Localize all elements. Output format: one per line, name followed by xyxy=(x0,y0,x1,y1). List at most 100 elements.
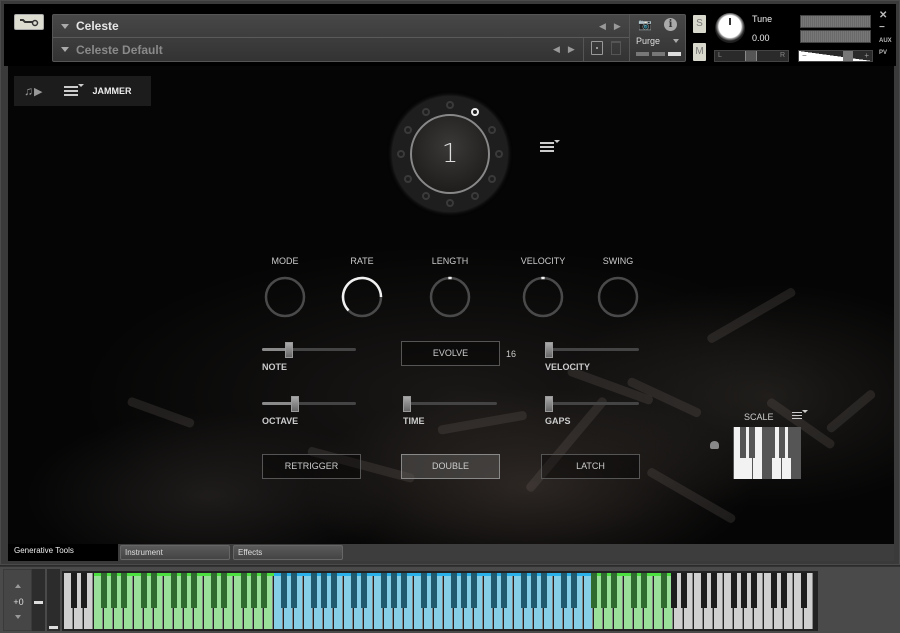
piano-key-black[interactable] xyxy=(401,573,407,608)
piano-key-black[interactable] xyxy=(751,573,757,608)
piano-key-black[interactable] xyxy=(221,573,227,608)
piano-key-black[interactable] xyxy=(421,573,427,608)
piano-key-black[interactable] xyxy=(501,573,507,608)
step-dot[interactable] xyxy=(421,107,430,116)
instrument-options-button[interactable] xyxy=(14,14,44,30)
preset-menu-arrow-icon[interactable] xyxy=(61,47,69,52)
step-dot[interactable] xyxy=(488,174,497,183)
piano-key-black[interactable] xyxy=(111,573,117,608)
piano-key-black[interactable] xyxy=(521,573,527,608)
octave-up-icon[interactable] xyxy=(15,584,21,588)
time-slider[interactable] xyxy=(403,396,497,412)
step-dot[interactable] xyxy=(446,199,454,207)
piano-key-black[interactable] xyxy=(641,573,647,608)
piano-key-black[interactable] xyxy=(281,573,287,608)
piano-key-black[interactable] xyxy=(471,573,477,608)
pitch-wheel-handle[interactable] xyxy=(34,601,43,604)
step-dot[interactable] xyxy=(421,192,430,201)
close-icon[interactable]: ✕ xyxy=(879,10,887,21)
piano-key-black[interactable] xyxy=(81,573,87,608)
piano-key-black[interactable] xyxy=(241,573,247,608)
piano-key-black[interactable] xyxy=(391,573,397,608)
scale-black-key[interactable] xyxy=(739,427,746,458)
knob-mode[interactable] xyxy=(264,276,306,318)
piano-key-black[interactable] xyxy=(741,573,747,608)
delete-preset-icon[interactable] xyxy=(611,41,621,55)
piano-key-black[interactable] xyxy=(361,573,367,608)
piano-key-black[interactable] xyxy=(771,573,777,608)
piano-key-black[interactable] xyxy=(601,573,607,608)
piano-key-black[interactable] xyxy=(181,573,187,608)
music-note-icon[interactable]: ♫ xyxy=(24,84,33,98)
octave-down-icon[interactable] xyxy=(15,615,21,619)
piano-key-black[interactable] xyxy=(781,573,787,608)
step-dot[interactable] xyxy=(488,125,497,134)
piano-key-black[interactable] xyxy=(261,573,267,608)
prev-preset-icon[interactable]: ◀ xyxy=(553,44,560,55)
piano-key-black[interactable] xyxy=(381,573,387,608)
octave-slider[interactable] xyxy=(262,396,356,412)
piano-key-black[interactable] xyxy=(331,573,337,608)
pan-slider[interactable]: L R xyxy=(714,50,789,62)
minimize-icon[interactable]: − xyxy=(879,22,885,33)
piano-key-black[interactable] xyxy=(561,573,567,608)
piano-key-black[interactable] xyxy=(701,573,707,608)
save-preset-icon[interactable] xyxy=(591,41,603,55)
piano-key-black[interactable] xyxy=(591,573,597,608)
scale-black-key[interactable] xyxy=(788,427,795,458)
knob-velocity[interactable] xyxy=(522,276,564,318)
piano-key-black[interactable] xyxy=(141,573,147,608)
tab-instrument[interactable]: Instrument xyxy=(120,545,230,560)
jammer-tab-label[interactable]: JAMMER xyxy=(92,86,131,96)
tune-knob[interactable] xyxy=(715,13,745,43)
next-instrument-icon[interactable]: ▶ xyxy=(614,21,621,32)
piano-key-black[interactable] xyxy=(431,573,437,608)
double-button[interactable]: DOUBLE xyxy=(401,454,500,479)
prev-instrument-icon[interactable]: ◀ xyxy=(599,21,606,32)
pan-handle[interactable] xyxy=(745,51,757,61)
pv-button[interactable]: PV xyxy=(879,50,887,56)
piano-key-black[interactable] xyxy=(251,573,257,608)
piano-key-black[interactable] xyxy=(541,573,547,608)
step-dot[interactable] xyxy=(470,107,479,116)
mod-wheel-handle[interactable] xyxy=(49,626,58,629)
step-dial[interactable]: 1 xyxy=(392,96,508,212)
velocity-slider-thumb[interactable] xyxy=(545,342,553,358)
play-icon[interactable]: ▶ xyxy=(34,85,42,98)
piano-key-black[interactable] xyxy=(351,573,357,608)
time-slider-thumb[interactable] xyxy=(403,396,411,412)
knob-length[interactable] xyxy=(429,276,471,318)
tab-generative-tools[interactable]: Generative Tools xyxy=(8,544,118,561)
piano-key-black[interactable] xyxy=(101,573,107,608)
step-dot[interactable] xyxy=(470,192,479,201)
gaps-slider[interactable] xyxy=(545,396,639,412)
step-dot[interactable] xyxy=(446,101,454,109)
piano-key-black[interactable] xyxy=(801,573,807,608)
piano-key-black[interactable] xyxy=(711,573,717,608)
piano-key-black[interactable] xyxy=(491,573,497,608)
volume-handle[interactable] xyxy=(843,51,853,61)
piano-key-black[interactable] xyxy=(531,573,537,608)
mod-wheel[interactable] xyxy=(47,569,60,631)
piano-key-black[interactable] xyxy=(311,573,317,608)
piano-key-black[interactable] xyxy=(71,573,77,608)
note-slider[interactable] xyxy=(262,342,356,358)
piano-key-black[interactable] xyxy=(461,573,467,608)
step-dot[interactable] xyxy=(397,150,405,158)
instrument-menu-arrow-icon[interactable] xyxy=(61,23,69,29)
knob-swing[interactable] xyxy=(597,276,639,318)
scale-black-key[interactable] xyxy=(778,427,785,458)
piano-key-black[interactable] xyxy=(321,573,327,608)
evolve-button[interactable]: EVOLVE xyxy=(401,341,500,366)
piano-key-black[interactable] xyxy=(151,573,157,608)
mute-button[interactable]: M xyxy=(693,43,706,61)
midi-drag-icon[interactable] xyxy=(710,441,719,449)
scale-menu-icon[interactable] xyxy=(792,410,808,421)
knob-rate[interactable] xyxy=(341,276,383,318)
purge-dropdown[interactable]: Purge xyxy=(636,36,660,46)
next-preset-icon[interactable]: ▶ xyxy=(568,44,575,55)
gaps-slider-thumb[interactable] xyxy=(545,396,553,412)
piano-key-black[interactable] xyxy=(211,573,217,608)
piano-key-black[interactable] xyxy=(291,573,297,608)
jammer-menu-icon[interactable] xyxy=(64,84,85,98)
